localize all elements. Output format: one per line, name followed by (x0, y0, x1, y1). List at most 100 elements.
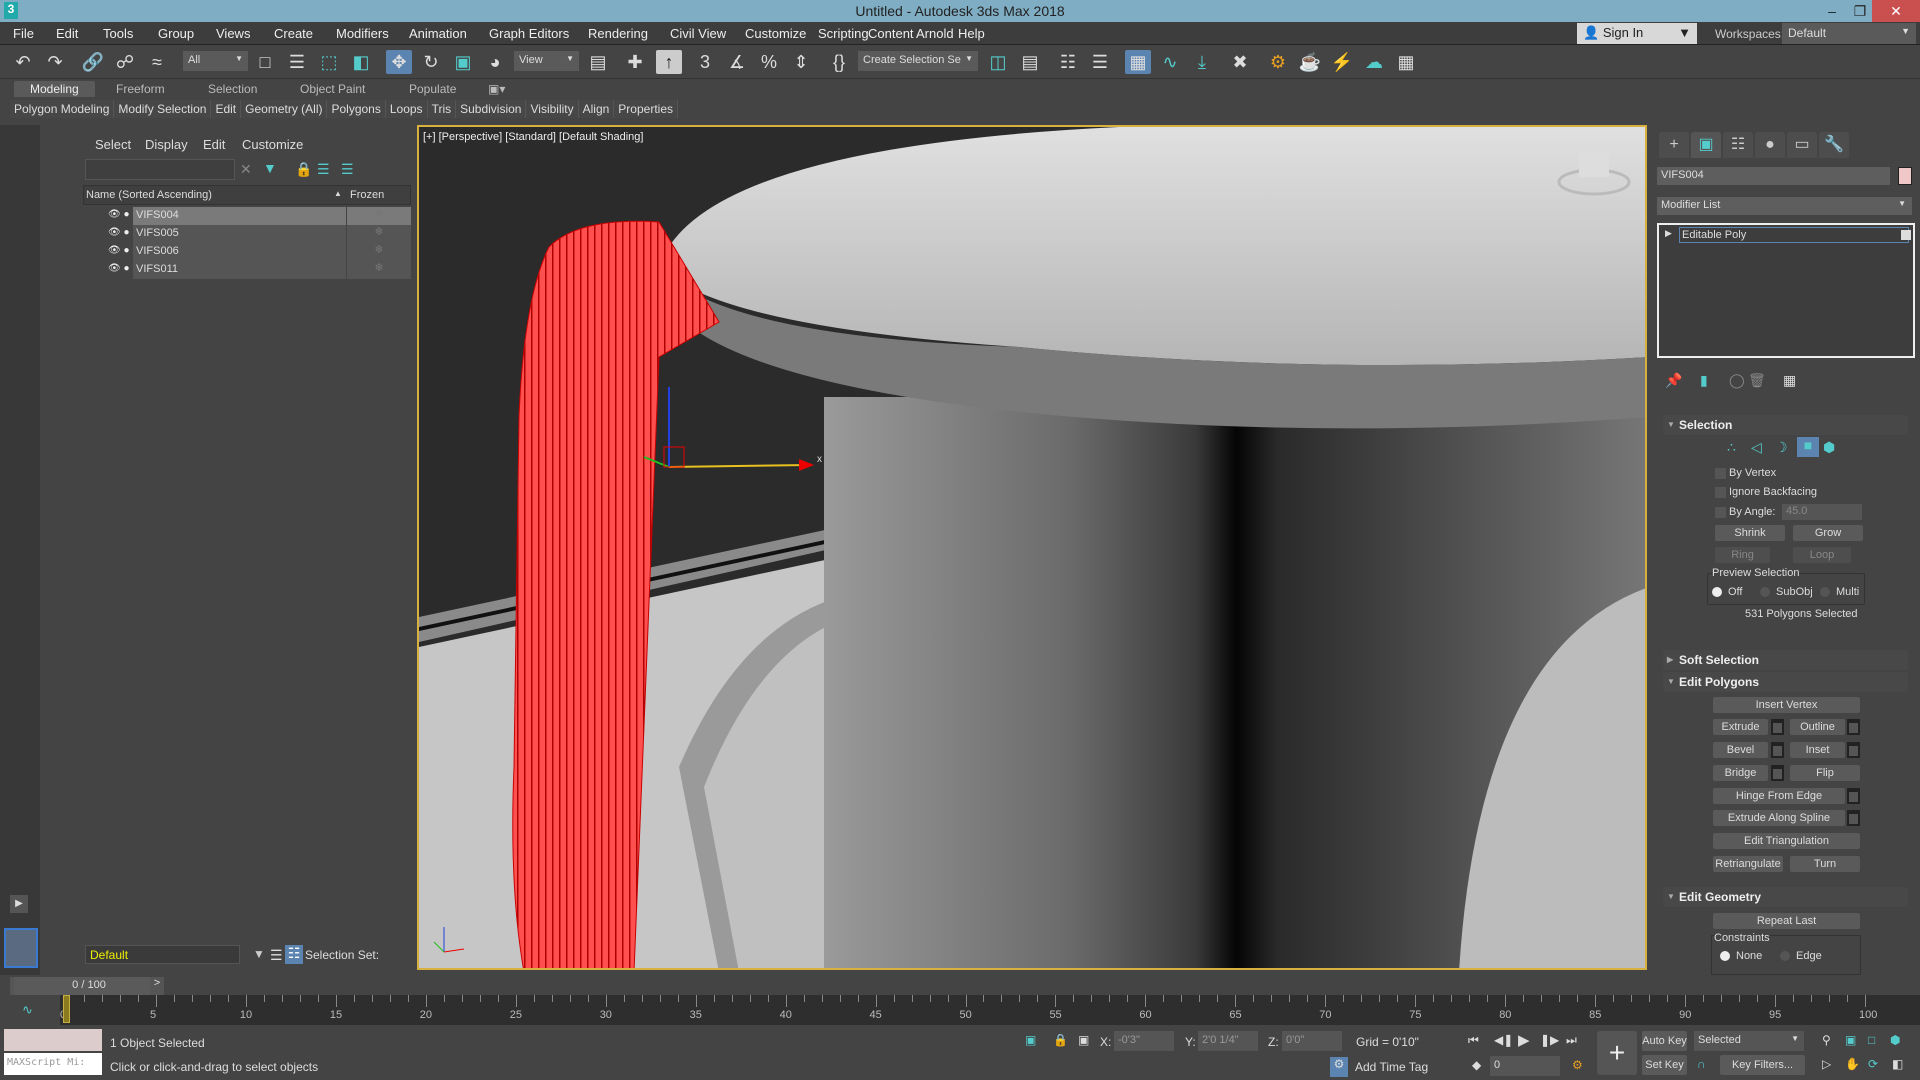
rollout-soft-selection[interactable]: ▶ Soft Selection (1663, 650, 1908, 670)
zoom-all-icon[interactable]: ▣ (1845, 1033, 1856, 1047)
named-selection-dropdown[interactable]: Create Selection Se ▼ (858, 51, 978, 71)
schematic-view-icon[interactable]: ⤓ (1189, 50, 1215, 74)
menu-customize[interactable]: Customize (745, 26, 806, 41)
x-coordinate-field[interactable]: -0'3" (1114, 1031, 1174, 1051)
extrude-spline-settings-button[interactable] (1847, 810, 1860, 826)
render-production-icon[interactable]: ⚡ (1329, 50, 1355, 74)
link-icon[interactable]: 🔗 (80, 50, 106, 74)
tab-object-paint[interactable]: Object Paint (300, 82, 365, 96)
current-frame-spinner[interactable]: 0 (1490, 1056, 1560, 1076)
z-coordinate-field[interactable]: 0'0" (1282, 1031, 1342, 1051)
window-crossing-icon[interactable]: ◧ (348, 50, 374, 74)
explorer-row[interactable]: 👁 ● VIFS004 ❄ (83, 207, 411, 225)
curve-editor-icon[interactable]: ∿ (1157, 50, 1183, 74)
undo-icon[interactable]: ↶ (10, 50, 36, 74)
object-name-field[interactable]: VIFS004 (1657, 167, 1890, 185)
edit-triangulation-button[interactable]: Edit Triangulation (1713, 833, 1860, 849)
explorer-row[interactable]: 👁 ● VIFS011 ❄ (83, 261, 411, 279)
menu-animation[interactable]: Animation (409, 26, 467, 41)
tab-selection[interactable]: Selection (208, 82, 257, 96)
track-bar[interactable]: 0510152025303540455055606570758085909510… (60, 995, 1920, 1025)
border-mode-icon[interactable]: ☽ (1775, 439, 1788, 456)
stack-toggle[interactable] (1901, 230, 1911, 240)
select-manipulate-icon[interactable]: ✚ (622, 50, 648, 74)
visibility-eye-icon[interactable]: 👁 ● (108, 245, 130, 256)
preview-subobj-radio[interactable]: SubObj (1760, 586, 1813, 598)
bind-space-warp-icon[interactable]: ≈ (144, 50, 170, 74)
menu-tools[interactable]: Tools (103, 26, 133, 41)
tab-modeling[interactable]: Modeling (14, 81, 95, 97)
flip-button[interactable]: Flip (1790, 765, 1860, 781)
key-mode-dropdown[interactable]: Selected ▼ (1694, 1031, 1804, 1051)
panel-tris[interactable]: Tris (427, 100, 457, 118)
render-cloud-icon[interactable]: ☁ (1361, 50, 1387, 74)
modify-tab-icon[interactable]: ▣ (1691, 132, 1721, 158)
hierarchy-icon[interactable]: ☰ (317, 161, 330, 178)
rollout-edit-polygons[interactable]: ▼ Edit Polygons (1663, 672, 1908, 692)
menu-scripting[interactable]: Scripting (818, 26, 869, 41)
panel-polygons[interactable]: Polygons (327, 100, 386, 118)
make-unique-icon[interactable]: ◯ (1729, 372, 1745, 389)
panel-properties[interactable]: Properties (614, 100, 678, 118)
column-name[interactable]: Name (Sorted Ascending) (86, 189, 212, 201)
edge-mode-icon[interactable]: ◁ (1751, 439, 1762, 456)
constraint-none-radio[interactable]: None (1720, 950, 1762, 962)
outline-button[interactable]: Outline (1790, 719, 1845, 735)
ring-button[interactable]: Ring (1715, 547, 1770, 563)
panel-align[interactable]: Align (578, 100, 615, 118)
display-tab-icon[interactable]: ▭ (1787, 132, 1817, 158)
isolate-selection-icon[interactable]: ▣ (1025, 1033, 1036, 1047)
scene-explorer-icon[interactable]: ☷ (1055, 50, 1081, 74)
hinge-from-edge-button[interactable]: Hinge From Edge (1713, 788, 1845, 804)
show-end-result-icon[interactable]: ▮ (1700, 372, 1708, 389)
expand-arrow-icon[interactable]: ▶ (1665, 228, 1672, 239)
layer-explorer-icon[interactable]: ☰ (1087, 50, 1113, 74)
explorer-row[interactable]: 👁 ● VIFS005 ❄ (83, 225, 411, 243)
layer-stack-icon[interactable]: ☰ (270, 947, 283, 964)
repeat-last-button[interactable]: Repeat Last (1713, 913, 1860, 929)
sign-in-button[interactable]: 👤 Sign In ▼ (1577, 23, 1697, 44)
pin-stack-icon[interactable]: 📌 (1665, 372, 1682, 389)
menu-graph-editors[interactable]: Graph Editors (489, 26, 569, 41)
tab-freeform[interactable]: Freeform (116, 82, 165, 96)
visibility-eye-icon[interactable]: 👁 ● (108, 263, 130, 274)
percent-snap-icon[interactable]: % (756, 50, 782, 74)
menu-rendering[interactable]: Rendering (588, 26, 648, 41)
material-editor-icon[interactable]: ✖ (1227, 50, 1253, 74)
menu-create[interactable]: Create (274, 26, 313, 41)
next-frame-button[interactable]: > (150, 977, 164, 995)
angle-snap-icon[interactable]: ∡ (724, 50, 750, 74)
zoom-extents-all-icon[interactable]: ⬢ (1890, 1033, 1900, 1047)
ignore-backfacing-checkbox[interactable]: Ignore Backfacing (1715, 486, 1817, 498)
align-icon[interactable]: ▤ (1017, 50, 1043, 74)
polygon-mode-icon[interactable]: ■ (1797, 437, 1819, 457)
explorer-menu-customize[interactable]: Customize (242, 137, 303, 152)
freeze-snowflake-icon[interactable]: ❄ (347, 261, 411, 279)
panel-edit[interactable]: Edit (211, 100, 242, 118)
hierarchy-mode-icon[interactable]: ☷ (285, 945, 303, 964)
spinner-snap-icon[interactable]: ⇕ (788, 50, 814, 74)
menu-group[interactable]: Group (158, 26, 194, 41)
mirror-icon[interactable]: ◫ (985, 50, 1011, 74)
menu-edit[interactable]: Edit (56, 26, 78, 41)
shrink-button[interactable]: Shrink (1715, 525, 1785, 541)
keyboard-shortcut-override-icon[interactable]: ↑ (656, 50, 682, 74)
menu-help[interactable]: Help (958, 26, 985, 41)
visibility-eye-icon[interactable]: 👁 ● (108, 227, 130, 238)
auto-key-button[interactable]: Auto Key (1642, 1031, 1687, 1051)
expand-arrow-icon[interactable]: ▶ (10, 895, 28, 913)
selection-lock-icon[interactable]: 🔒 (1053, 1033, 1068, 1047)
maximize-viewport-icon[interactable]: ◧ (1892, 1057, 1903, 1071)
panel-geometry-all[interactable]: Geometry (All) (241, 100, 328, 118)
by-vertex-checkbox[interactable]: By Vertex (1715, 467, 1776, 479)
rollout-edit-geometry[interactable]: ▼ Edit Geometry (1663, 887, 1908, 907)
render-gallery-icon[interactable]: ▦ (1393, 50, 1419, 74)
add-time-tag-button[interactable]: Add Time Tag (1355, 1060, 1428, 1074)
time-slider[interactable]: 0 / 100 (14, 977, 164, 995)
freeze-snowflake-icon[interactable]: ❄ (347, 225, 411, 243)
key-mode-toggle-icon[interactable]: ◆ (1472, 1058, 1481, 1072)
rectangular-selection-icon[interactable]: ⬚ (316, 50, 342, 74)
chevron-down-icon[interactable]: ▼ (253, 947, 265, 961)
constraint-edge-radio[interactable]: Edge (1780, 950, 1822, 962)
bevel-button[interactable]: Bevel (1713, 742, 1768, 758)
